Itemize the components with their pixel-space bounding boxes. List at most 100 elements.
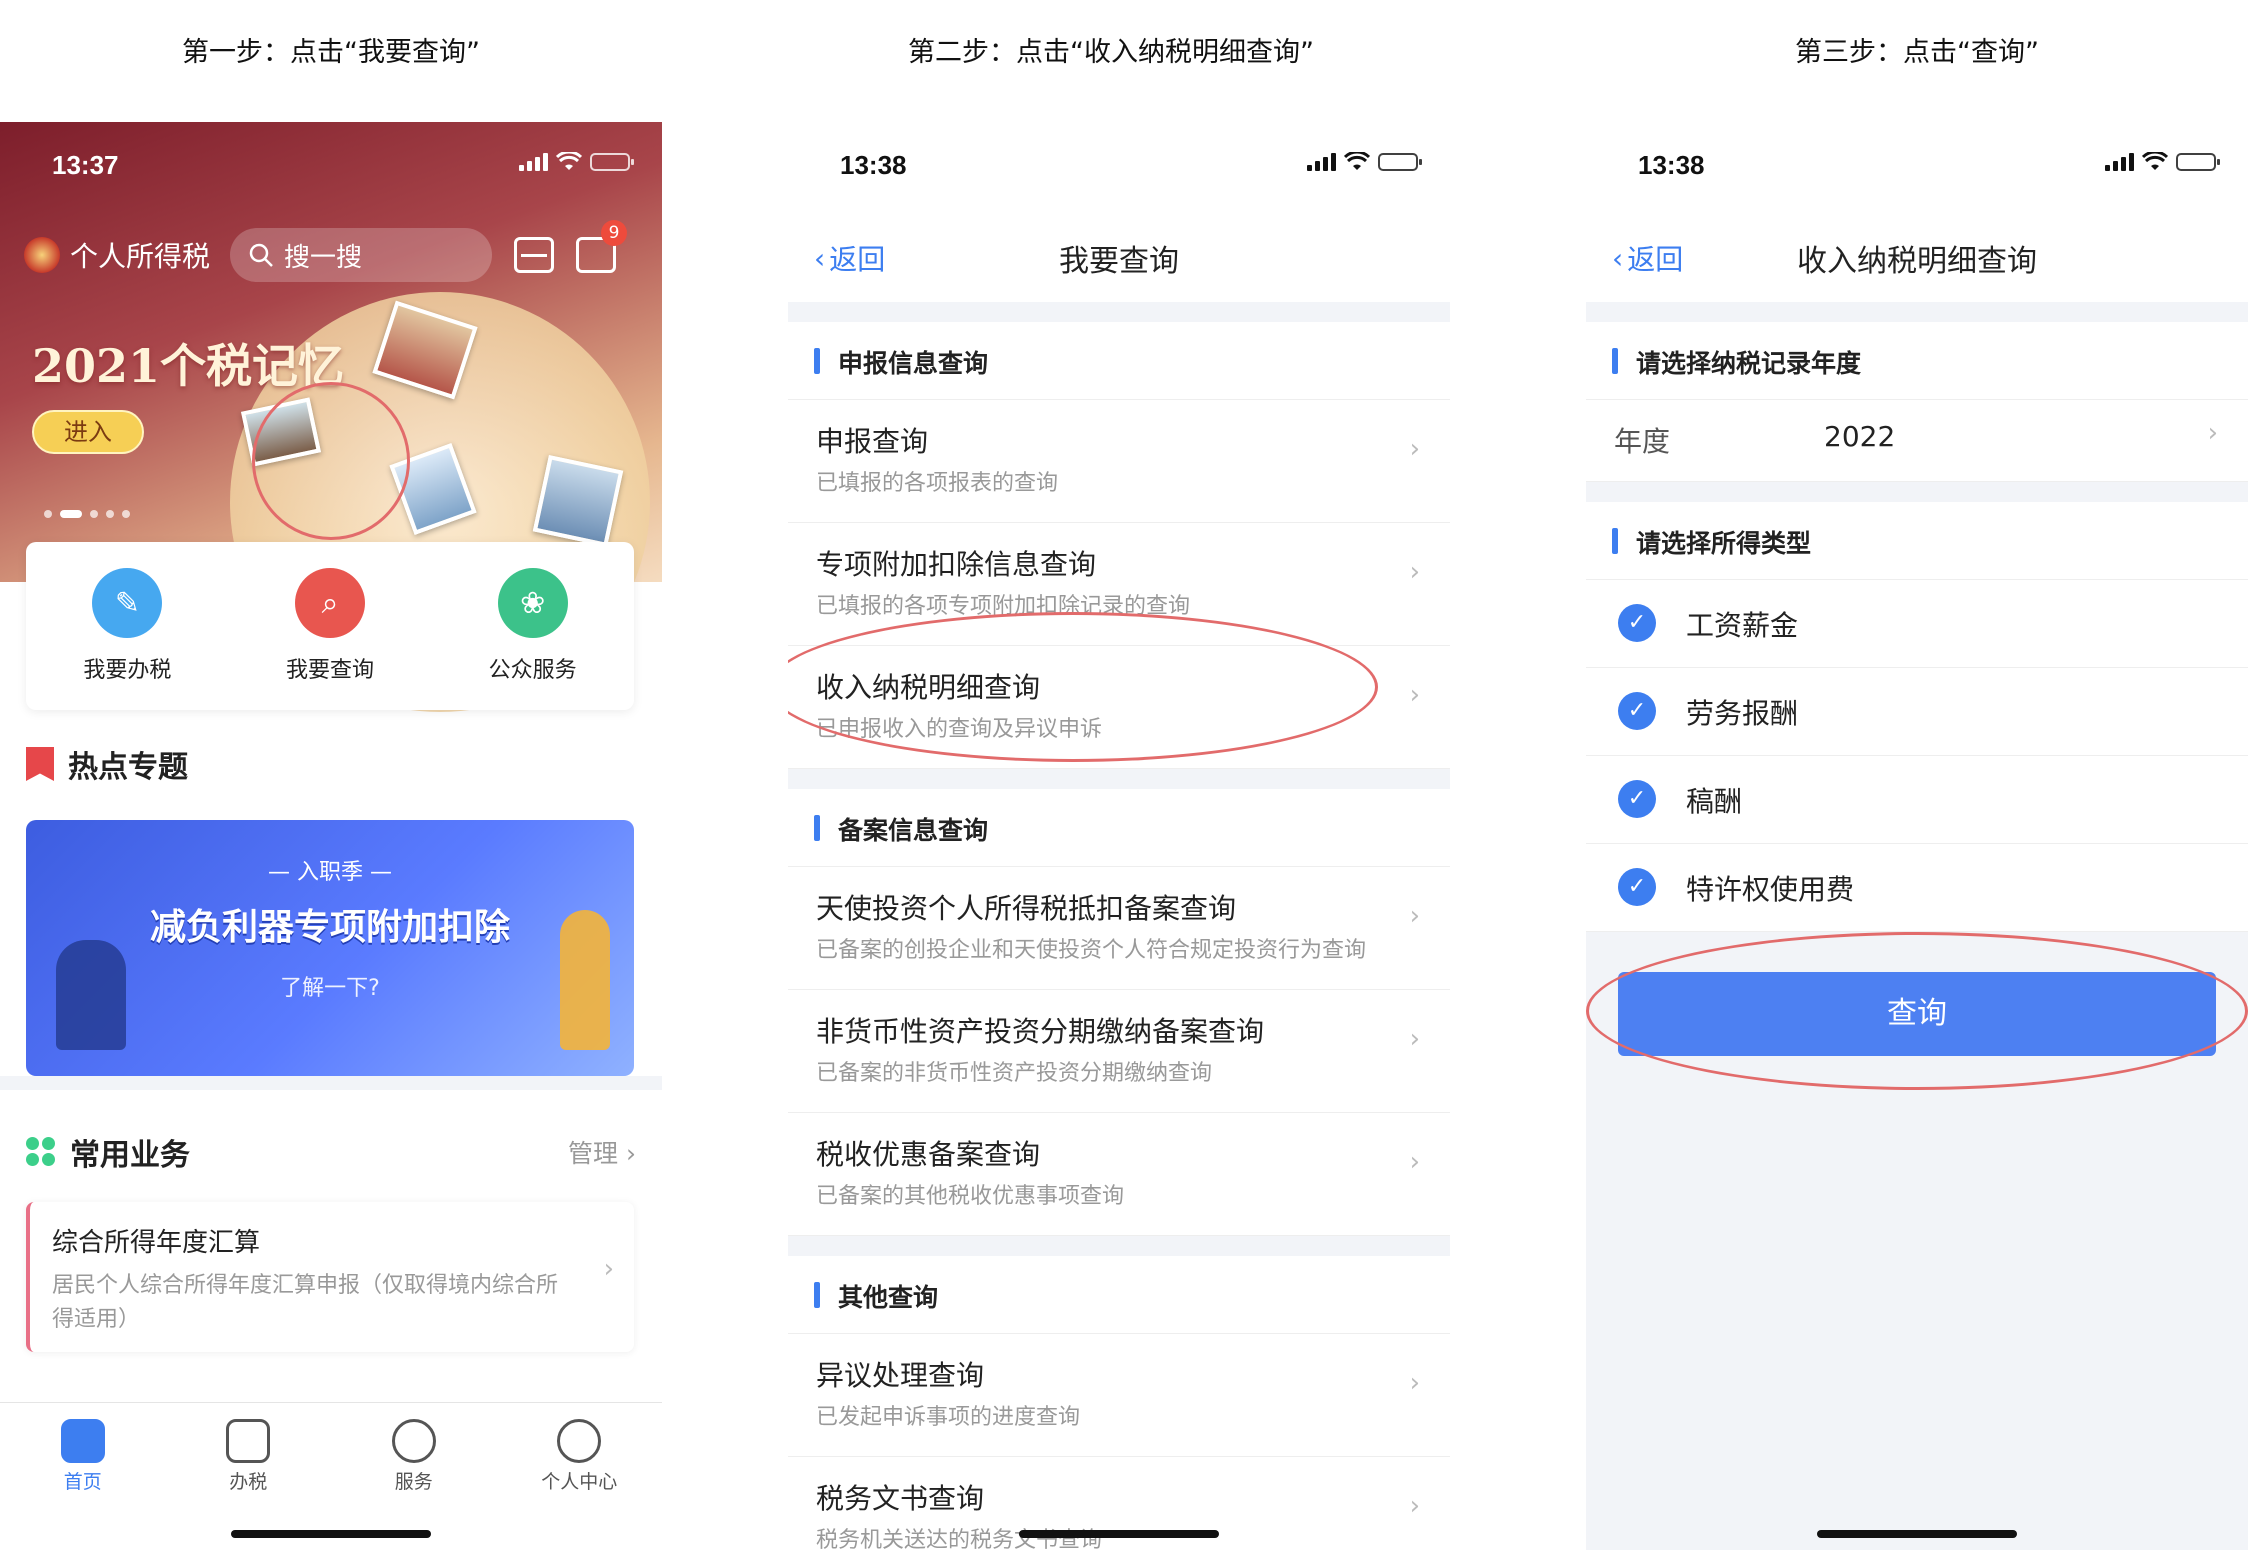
income-type-wages[interactable]: ✓ 工资薪金	[1586, 580, 2248, 668]
common-services-title: 常用业务	[70, 1138, 190, 1173]
list-item-income-tax-detail-query[interactable]: 收入纳税明细查询 已申报收入的查询及异议申诉 ›	[788, 646, 1450, 769]
bookmark-icon	[26, 747, 54, 781]
search-placeholder: 搜一搜	[284, 242, 363, 273]
carousel-dots	[44, 510, 130, 518]
document-icon	[226, 1419, 271, 1463]
query-button[interactable]: 查询	[1618, 972, 2216, 1056]
person-icon	[557, 1419, 602, 1463]
card-title: 综合所得年度汇算	[52, 1228, 261, 1258]
banner-main-text: 减负利器专项附加扣除	[149, 907, 510, 948]
quick-action-public-service[interactable]: ❀ 公众服务	[431, 542, 634, 710]
signal-icon	[1307, 153, 1336, 171]
quick-action-label: 公众服务	[488, 658, 577, 683]
section-header: 申报信息查询	[788, 322, 1450, 400]
query-list: 申报信息查询 申报查询 已填报的各项报表的查询 › 专项附加扣除信息查询 已填报的各项…	[788, 322, 1450, 1550]
section-header: 其他查询	[788, 1256, 1450, 1334]
tab-tax[interactable]: 办税	[166, 1403, 332, 1550]
wifi-icon	[556, 152, 582, 170]
income-type-franchise[interactable]: ✓ 特许权使用费	[1586, 844, 2248, 932]
battery-icon	[1378, 153, 1422, 171]
income-type-royalty[interactable]: ✓ 稿酬	[1586, 756, 2248, 844]
list-item-angel-investment-query[interactable]: 天使投资个人所得税抵扣备案查询 已备案的创投企业和天使投资个人符合规定投资行为查询…	[788, 867, 1450, 990]
search-input[interactable]: 搜一搜	[230, 228, 493, 282]
search-icon: ⌕	[295, 568, 365, 638]
income-type-labor[interactable]: ✓ 劳务报酬	[1586, 668, 2248, 756]
phone-screen-home: 13:37 个人所得税 搜一搜 9 2021个税记忆 进入 ✎ 我要办税 ⌕ 我…	[0, 122, 662, 1550]
list-item-objection-query[interactable]: 异议处理查询 已发起申诉事项的进度查询 ›	[788, 1334, 1450, 1457]
hot-topics-header: 热点专题	[26, 742, 188, 786]
step1-caption: 第一步：点击“我要查询”	[182, 37, 480, 68]
person-illustration	[56, 940, 126, 1050]
phone-screen-query-menu: 13:38 ‹ 返回 我要查询 申报信息查询 申报查询 已填报的各项报表的查询 › 专…	[788, 122, 1450, 1550]
hero-title: 2021个税记忆	[32, 339, 345, 393]
status-bar: 13:37	[0, 122, 662, 212]
chevron-right-icon: ›	[2207, 418, 2218, 448]
chevron-right-icon: ›	[1409, 1491, 1420, 1521]
message-badge: 9	[601, 220, 628, 246]
status-bar: 13:38	[788, 122, 1450, 212]
chevron-right-icon: ›	[1409, 680, 1420, 710]
tax-emblem-icon	[24, 237, 60, 273]
list-item-tax-preference-query[interactable]: 税收优惠备案查询 已备案的其他税收优惠事项查询 ›	[788, 1113, 1450, 1236]
apps-icon	[26, 1137, 56, 1167]
annual-settlement-card[interactable]: 综合所得年度汇算 居民个人综合所得年度汇算申报（仅取得境内综合所得适用） ›	[26, 1202, 634, 1352]
chevron-right-icon: ›	[1409, 1368, 1420, 1398]
list-item-non-monetary-asset-query[interactable]: 非货币性资产投资分期缴纳备案查询 已备案的非货币性资产投资分期缴纳查询 ›	[788, 990, 1450, 1113]
common-services-header: 常用业务 管理 ›	[26, 1130, 636, 1174]
quick-actions: ✎ 我要办税 ⌕ 我要查询 ❀ 公众服务	[26, 542, 634, 710]
year-label: 年度	[1614, 425, 1671, 458]
chevron-right-icon: ›	[1409, 557, 1420, 587]
year-value: 2022	[1824, 420, 1896, 453]
card-description: 居民个人综合所得年度汇算申报（仅取得境内综合所得适用）	[52, 1273, 559, 1332]
manage-link[interactable]: 管理 ›	[568, 1134, 636, 1170]
query-form: 请选择纳税记录年度 年度 2022 › 请选择所得类型 ✓ 工资薪金 ✓ 劳务报酬 …	[1586, 322, 2248, 932]
wifi-icon	[2142, 152, 2168, 170]
chevron-right-icon: ›	[1409, 434, 1420, 464]
quick-action-query[interactable]: ⌕ 我要查询	[229, 542, 432, 710]
app-header: 个人所得税 搜一搜 9	[24, 220, 642, 288]
hot-topics-title: 热点专题	[68, 750, 188, 785]
chevron-right-icon: ›	[1409, 1147, 1420, 1177]
scan-icon[interactable]	[514, 237, 555, 273]
page-title: 我要查询	[1059, 244, 1179, 279]
check-circle-icon[interactable]: ✓	[1618, 868, 1656, 906]
status-time: 13:37	[52, 150, 119, 180]
chevron-right-icon: ›	[1409, 901, 1420, 931]
home-indicator	[231, 1530, 431, 1538]
message-icon[interactable]: 9	[576, 220, 628, 273]
tab-bar: 首页 办税 服务 个人中心	[0, 1402, 662, 1550]
list-item-declaration-query[interactable]: 申报查询 已填报的各项报表的查询 ›	[788, 400, 1450, 523]
battery-icon	[2176, 153, 2220, 171]
quick-action-file-tax[interactable]: ✎ 我要办税	[26, 542, 229, 710]
promo-banner[interactable]: — 入职季 — 减负利器专项附加扣除 了解一下?	[26, 820, 634, 1076]
search-icon	[249, 243, 273, 267]
page-title: 收入纳税明细查询	[1797, 244, 2037, 279]
step3-caption: 第三步：点击“查询”	[1795, 37, 2039, 68]
status-time: 13:38	[840, 150, 907, 180]
battery-icon	[590, 153, 634, 171]
list-item-special-deduction-query[interactable]: 专项附加扣除信息查询 已填报的各项专项附加扣除记录的查询 ›	[788, 523, 1450, 646]
nav-bar: ‹ 返回 我要查询	[788, 212, 1450, 302]
divider	[0, 1076, 662, 1090]
chevron-right-icon: ›	[1409, 1024, 1420, 1054]
check-circle-icon[interactable]: ✓	[1618, 604, 1656, 642]
check-circle-icon[interactable]: ✓	[1618, 692, 1656, 730]
tab-service[interactable]: 服务	[331, 1403, 497, 1550]
quick-action-label: 我要查询	[286, 658, 375, 683]
chevron-right-icon: ›	[603, 1254, 614, 1284]
signal-icon	[519, 153, 548, 171]
wifi-icon	[1344, 152, 1370, 170]
lotus-icon: ❀	[497, 568, 568, 638]
person-illustration	[560, 910, 610, 1050]
section-header: 备案信息查询	[788, 789, 1450, 867]
heart-icon	[391, 1419, 436, 1463]
phone-screen-income-detail: 13:38 ‹ 返回 收入纳税明细查询 请选择纳税记录年度 年度 2022 › 请…	[1586, 122, 2248, 1550]
tab-profile[interactable]: 个人中心	[497, 1403, 663, 1550]
tab-home[interactable]: 首页	[0, 1403, 166, 1550]
hero-enter-button[interactable]: 进入	[32, 410, 144, 454]
check-circle-icon[interactable]: ✓	[1618, 780, 1656, 818]
photo-illustration	[532, 454, 624, 548]
section-header: 请选择纳税记录年度	[1586, 322, 2248, 400]
section-header: 请选择所得类型	[1586, 502, 2248, 580]
year-selector[interactable]: 年度 2022 ›	[1586, 400, 2248, 482]
